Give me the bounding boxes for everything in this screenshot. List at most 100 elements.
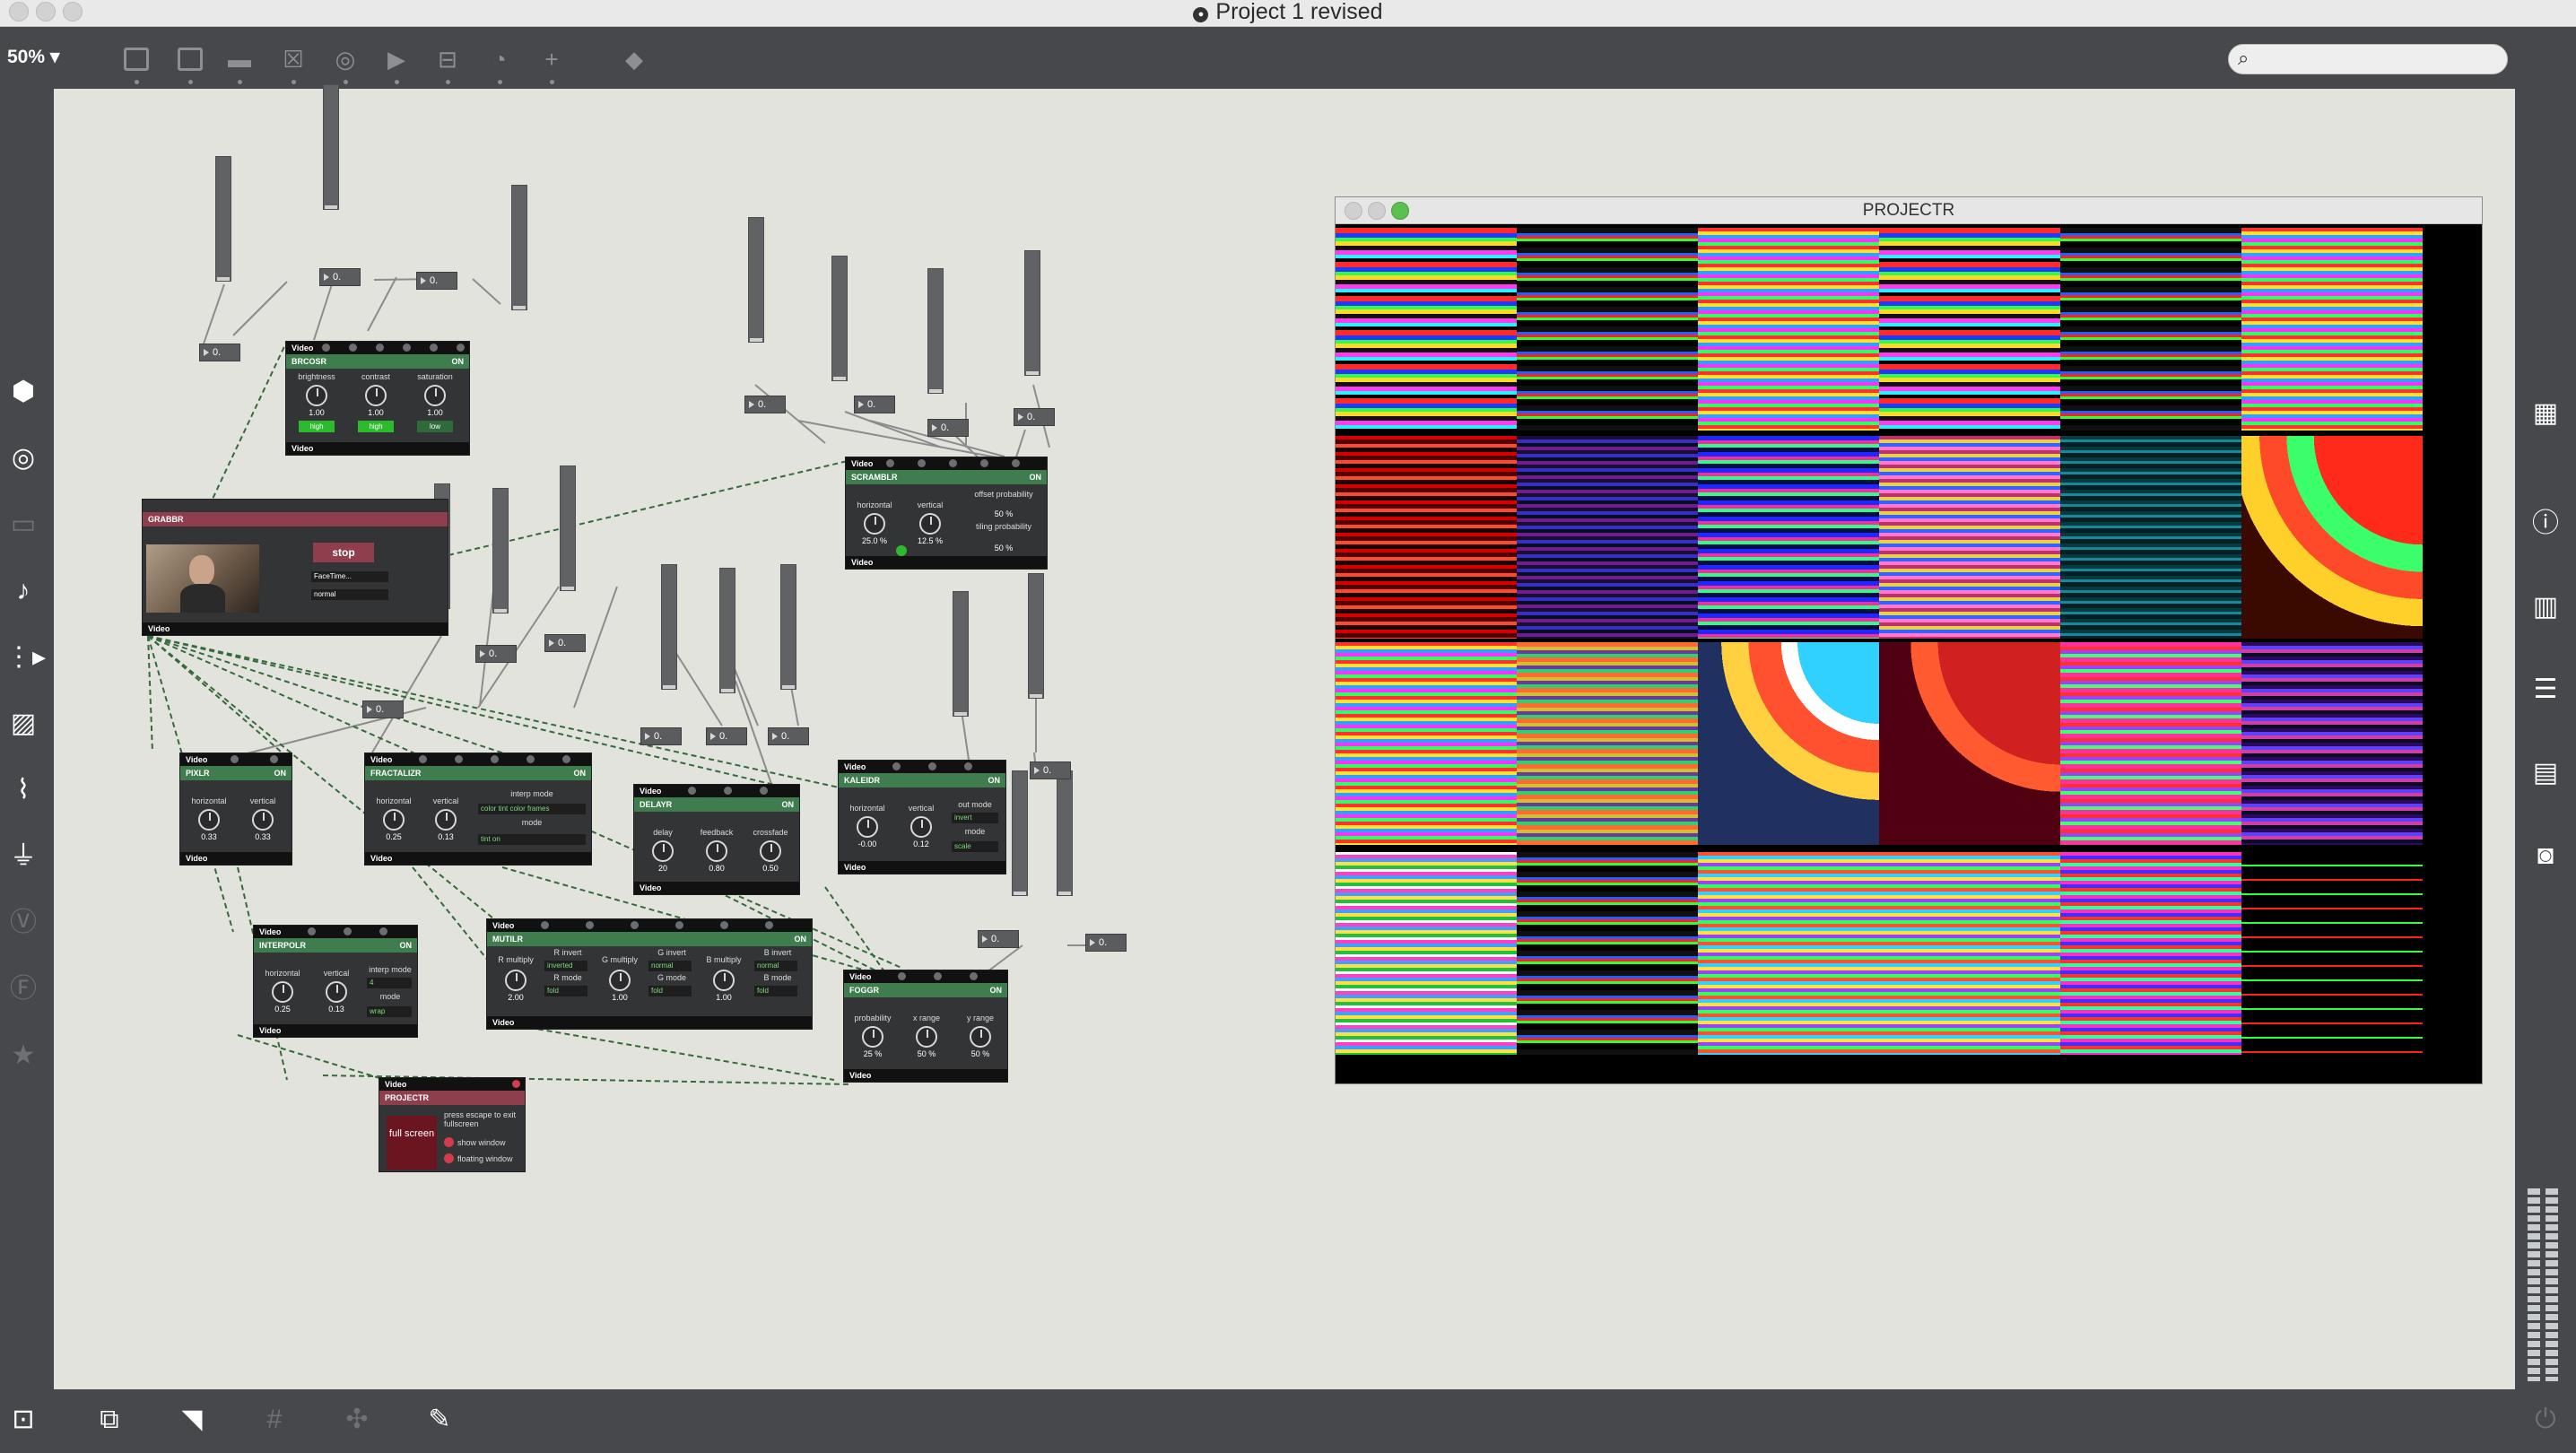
list-icon[interactable]: ☰ bbox=[2528, 672, 2563, 708]
slider[interactable] bbox=[1057, 770, 1073, 896]
projectr-window[interactable]: PROJECTR bbox=[1335, 196, 2483, 1084]
f-icon[interactable]: Ⓕ bbox=[5, 971, 41, 1007]
search-field[interactable]: ⌕ bbox=[2228, 44, 2508, 74]
number-box[interactable]: 0. bbox=[1030, 761, 1071, 779]
y-range-dial[interactable] bbox=[970, 1026, 991, 1048]
patcher-icon[interactable]: ▭ bbox=[5, 507, 41, 543]
paint-bucket-icon[interactable]: ◆ bbox=[619, 44, 649, 74]
b-multiply-dial[interactable] bbox=[713, 970, 735, 991]
mode-menu[interactable]: tint on bbox=[478, 834, 586, 845]
slider[interactable] bbox=[661, 564, 677, 690]
target-icon[interactable]: ◎ bbox=[5, 440, 41, 476]
offset-probability-value[interactable]: 50 % bbox=[959, 509, 1049, 518]
number-box[interactable]: 0. bbox=[768, 727, 809, 745]
number-box[interactable]: 0. bbox=[640, 727, 682, 745]
pixlr-module[interactable]: Video PIXLR ON horizontal 0.33 vertical 0… bbox=[179, 753, 292, 866]
camera-icon[interactable]: ◙ bbox=[2528, 838, 2563, 874]
power-icon[interactable]: ⏻ bbox=[2528, 1402, 2563, 1438]
toggle-icon[interactable]: ☒ bbox=[278, 44, 309, 84]
vertical-dial[interactable] bbox=[435, 809, 457, 831]
r-invert-menu[interactable]: inverted bbox=[544, 961, 587, 971]
contrast-dial[interactable] bbox=[365, 385, 387, 406]
plug-icon[interactable]: ⏚ bbox=[5, 839, 41, 874]
crossfade-dial[interactable] bbox=[760, 840, 781, 862]
mode-menu[interactable]: normal bbox=[311, 589, 388, 600]
g-invert-menu[interactable]: normal bbox=[648, 961, 692, 971]
info-icon[interactable]: ⓘ bbox=[2528, 506, 2563, 542]
slider[interactable] bbox=[1012, 770, 1028, 896]
feedback-dial[interactable] bbox=[706, 840, 727, 862]
grid-icon[interactable]: ▦ bbox=[2528, 396, 2563, 431]
horizontal-dial[interactable] bbox=[198, 809, 220, 831]
slider[interactable] bbox=[719, 568, 735, 693]
horizontal-dial[interactable] bbox=[864, 513, 885, 535]
number-box[interactable]: 0. bbox=[1085, 934, 1127, 952]
slider[interactable] bbox=[748, 217, 764, 343]
number-box[interactable]: 0. bbox=[362, 700, 404, 718]
power-toggle[interactable]: ON bbox=[782, 797, 795, 812]
device-menu[interactable]: FaceTime... bbox=[311, 571, 388, 582]
grid-toggle-icon[interactable]: # bbox=[257, 1402, 292, 1438]
slider[interactable] bbox=[953, 591, 969, 717]
power-toggle[interactable]: ON bbox=[988, 773, 1001, 787]
slider[interactable] bbox=[492, 488, 509, 613]
power-toggle[interactable]: ON bbox=[574, 766, 587, 780]
out-mode-menu[interactable]: invert bbox=[952, 813, 998, 823]
vertical-dial[interactable] bbox=[326, 981, 347, 1003]
horizontal-dial[interactable] bbox=[383, 809, 405, 831]
number-box[interactable]: 0. bbox=[706, 727, 747, 745]
power-toggle[interactable]: ON bbox=[452, 354, 465, 369]
contrast-range-button[interactable]: high bbox=[358, 421, 394, 432]
number-box[interactable]: 0. bbox=[854, 396, 895, 413]
vertical-dial[interactable] bbox=[919, 513, 941, 535]
power-toggle[interactable]: ON bbox=[400, 938, 413, 953]
stop-button[interactable]: stop bbox=[313, 543, 374, 562]
v-icon[interactable]: Ⓥ bbox=[5, 905, 41, 941]
number-box[interactable]: 0. bbox=[416, 272, 457, 290]
zoom-menu[interactable]: 50% ▾ bbox=[7, 46, 59, 68]
r-multiply-dial[interactable] bbox=[505, 970, 527, 991]
slider[interactable] bbox=[560, 465, 576, 591]
cube-icon[interactable]: ⬢ bbox=[5, 374, 41, 410]
foggr-module[interactable]: Video FOGGR ON probability 25 % x range 5… bbox=[843, 970, 1008, 1083]
probability-dial[interactable] bbox=[862, 1026, 883, 1048]
slider[interactable] bbox=[831, 256, 848, 381]
lock-icon[interactable]: ⊡ bbox=[5, 1402, 41, 1438]
bang-icon[interactable]: ▶ bbox=[381, 44, 412, 84]
snap-icon[interactable]: ✣ bbox=[339, 1402, 375, 1438]
show-window-toggle[interactable]: show window bbox=[444, 1137, 527, 1147]
new-object-icon[interactable] bbox=[121, 44, 152, 84]
b-mode-menu[interactable]: fold bbox=[754, 986, 797, 996]
fractalizr-module[interactable]: Video FRACTALIZR ON horizontal 0.25 verti… bbox=[364, 753, 592, 866]
g-mode-menu[interactable]: fold bbox=[648, 986, 692, 996]
power-toggle[interactable]: ON bbox=[1030, 470, 1042, 484]
floating-window-toggle[interactable]: floating window bbox=[444, 1153, 527, 1163]
slider[interactable] bbox=[323, 84, 339, 210]
slider-icon[interactable]: ⊟ bbox=[432, 44, 463, 84]
interp-mode-menu[interactable]: 4 bbox=[367, 978, 412, 988]
vertical-dial[interactable] bbox=[252, 809, 274, 831]
number-box[interactable]: 0. bbox=[199, 344, 240, 361]
number-box[interactable]: 0. bbox=[927, 419, 969, 437]
interpolr-module[interactable]: Video INTERPOLR ON horizontal 0.25 vertic… bbox=[253, 925, 418, 1038]
clip-icon[interactable]: ⌇ bbox=[5, 772, 41, 808]
number-box[interactable]: 0. bbox=[544, 634, 586, 652]
music-note-icon[interactable]: ♪ bbox=[5, 573, 41, 609]
mode-menu[interactable]: wrap bbox=[367, 1006, 412, 1017]
b-invert-menu[interactable]: normal bbox=[754, 961, 797, 971]
wrench-icon[interactable]: ✎ bbox=[422, 1402, 457, 1438]
image-icon[interactable]: ▨ bbox=[5, 706, 41, 742]
power-toggle[interactable]: ON bbox=[990, 983, 1003, 997]
power-toggle[interactable]: ON bbox=[795, 932, 807, 946]
reference-icon[interactable]: ▤ bbox=[2528, 755, 2563, 791]
fullscreen-button[interactable]: full screen bbox=[387, 1116, 437, 1170]
number-box[interactable]: 0. bbox=[978, 930, 1019, 948]
number-box[interactable]: 0. bbox=[475, 645, 517, 663]
brcosr-module[interactable]: Video BRCOSR ON brightness 1.00 high cont… bbox=[285, 341, 470, 456]
star-icon[interactable]: ★ bbox=[5, 1038, 41, 1074]
mode-menu[interactable]: scale bbox=[952, 841, 998, 852]
number-box[interactable]: 0. bbox=[319, 268, 361, 286]
saturation-dial[interactable] bbox=[424, 385, 446, 406]
power-toggle[interactable]: ON bbox=[274, 766, 287, 780]
slider[interactable] bbox=[215, 156, 231, 282]
